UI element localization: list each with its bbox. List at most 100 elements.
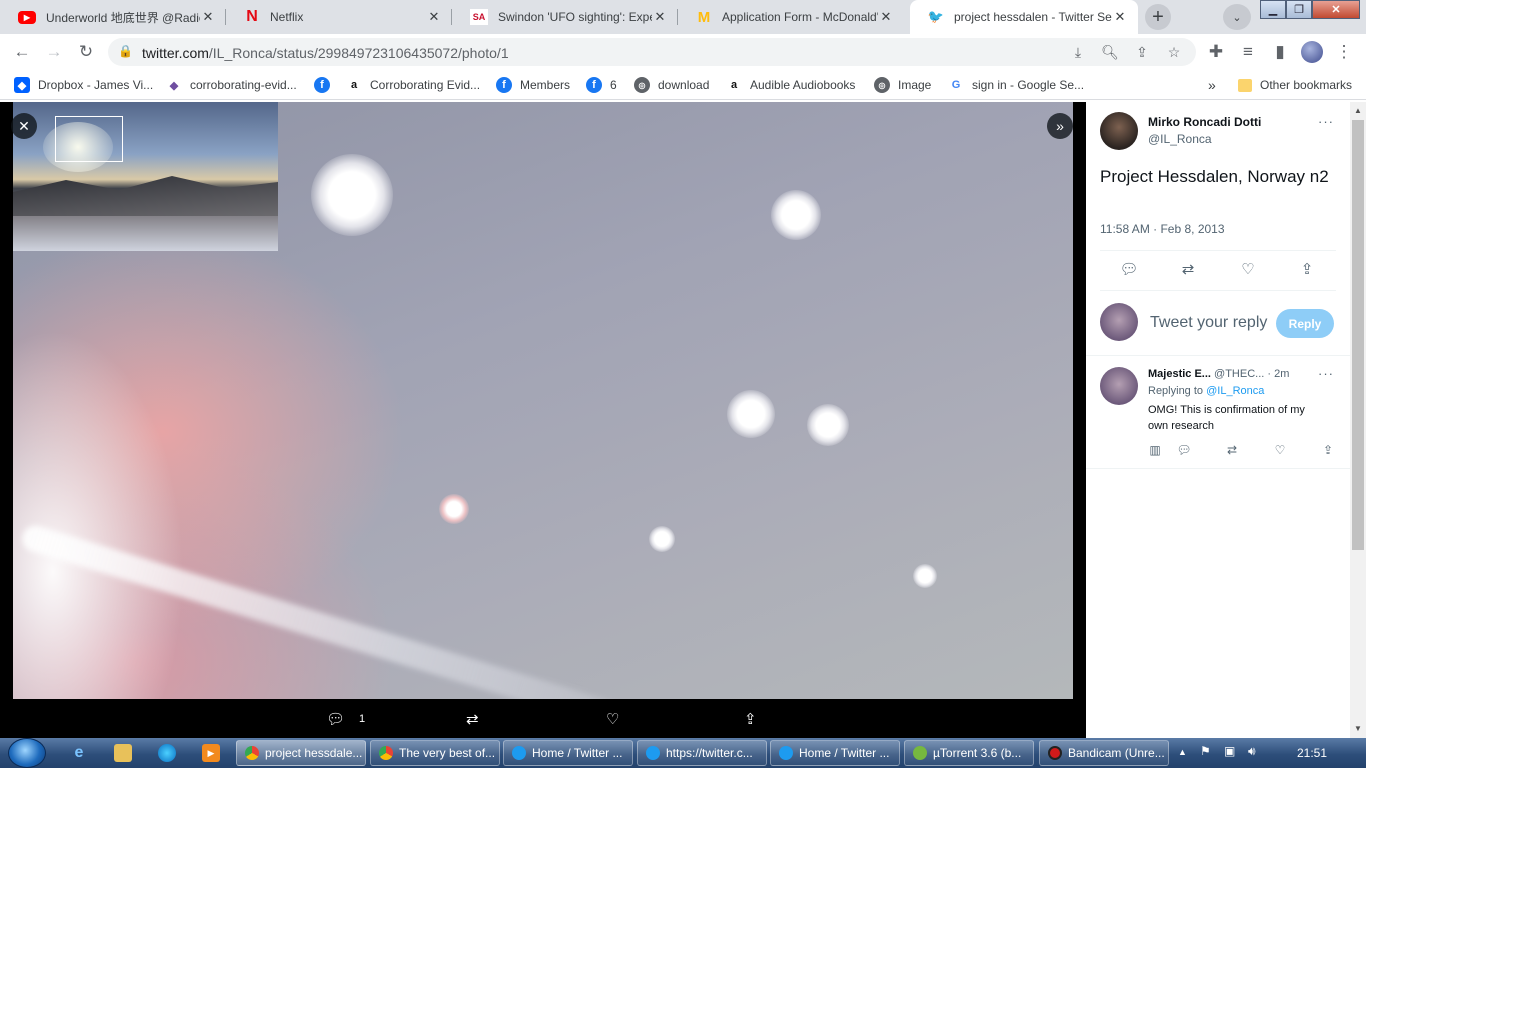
bookmark-download[interactable]: ◎ download xyxy=(634,76,709,94)
bookmark-corroborating[interactable]: ◆ corroborating-evid... xyxy=(166,76,297,94)
minimize-button[interactable]: ▁ xyxy=(1260,0,1286,19)
tab-swindon[interactable]: SA Swindon 'UFO sighting': Expert ✕ xyxy=(452,0,678,34)
taskbar-item[interactable]: Home / Twitter ... xyxy=(770,740,900,766)
media-control-icon[interactable]: ≡ xyxy=(1236,40,1260,64)
taskbar-item[interactable]: project hessdale... xyxy=(236,740,366,766)
side-panel-icon[interactable]: ▮ xyxy=(1268,40,1292,64)
close-window-button[interactable]: ✕ xyxy=(1312,0,1360,19)
more-options-icon[interactable]: ··· xyxy=(1318,366,1334,381)
bookmark-facebook[interactable]: f xyxy=(314,76,338,94)
volume-icon[interactable]: 🔊︎ xyxy=(1248,744,1256,759)
reply-author-avatar[interactable] xyxy=(1100,367,1138,405)
profile-avatar[interactable] xyxy=(1301,41,1323,63)
device-icon[interactable]: ▣ xyxy=(1224,744,1235,758)
more-options-icon[interactable]: ··· xyxy=(1318,114,1334,129)
close-tab-icon[interactable]: ✕ xyxy=(200,9,216,25)
tab-search-button[interactable]: ⌄ xyxy=(1223,4,1251,30)
reply-age: · 2m xyxy=(1267,368,1290,380)
tab-mcdonalds[interactable]: M Application Form - McDonald's ✕ xyxy=(678,0,904,34)
tab-title: Swindon 'UFO sighting': Expert xyxy=(498,10,652,24)
share-icon[interactable]: ⇪ xyxy=(744,710,757,728)
scrollbar[interactable]: ▲ ▼ xyxy=(1350,102,1366,738)
close-tab-icon[interactable]: ✕ xyxy=(652,9,668,25)
taskbar-item[interactable]: Bandicam (Unre... xyxy=(1039,740,1169,766)
reply-button[interactable]: Reply xyxy=(1276,309,1334,338)
bookmark-audible[interactable]: a Audible Audiobooks xyxy=(726,76,855,94)
reply-input[interactable]: Tweet your reply xyxy=(1150,314,1267,332)
reply-icon[interactable]: 💬︎ xyxy=(1119,259,1139,279)
photo-action-bar: 💬︎ 1 ⇄ ♡ ⇪ xyxy=(0,702,1086,738)
author-avatar[interactable] xyxy=(1100,112,1138,150)
share-icon[interactable]: ⇪ xyxy=(1320,442,1336,458)
user-avatar xyxy=(1100,303,1138,341)
like-icon[interactable]: ♡ xyxy=(606,710,619,728)
reply-action[interactable]: 💬︎ 1 xyxy=(326,710,365,728)
other-bookmarks[interactable]: Other bookmarks xyxy=(1238,76,1352,94)
bookmark-dropbox[interactable]: ◆ Dropbox - James Vi... xyxy=(14,76,153,94)
close-tab-icon[interactable]: ✕ xyxy=(1112,9,1128,25)
install-app-icon[interactable]: ⤓ xyxy=(1068,42,1088,62)
expand-panel-icon[interactable]: » xyxy=(1047,113,1073,139)
tray-expand-icon[interactable]: ▲ xyxy=(1178,747,1187,757)
bookmark-members[interactable]: f Members xyxy=(496,76,570,94)
retweet-icon[interactable]: ⇄ xyxy=(466,710,479,728)
replying-to-link[interactable]: @IL_Ronca xyxy=(1206,385,1264,397)
highlight-box xyxy=(55,116,123,162)
system-clock[interactable]: 21:51 xyxy=(1297,746,1327,760)
bookmark-google-signin[interactable]: Gsign in - Google Se... xyxy=(948,76,1084,94)
share-icon[interactable]: ⇪ xyxy=(1297,259,1317,279)
tab-youtube[interactable]: ▶ Underworld 地底世界 @Radio ✕ xyxy=(0,0,226,34)
tab-twitter-active[interactable]: 🐦 project hessdalen - Twitter Sea ✕ xyxy=(910,0,1138,34)
photo-viewer: ✕ » 💬︎ 1 ⇄ ♡ ⇪ xyxy=(0,102,1086,738)
author-name[interactable]: Mirko Roncadi Dotti xyxy=(1148,115,1261,129)
bookmark-image[interactable]: ◎ Image xyxy=(874,76,931,94)
scroll-down-icon[interactable]: ▼ xyxy=(1350,724,1366,733)
share-icon[interactable]: ⇪ xyxy=(1132,42,1152,62)
author-handle[interactable]: @IL_Ronca xyxy=(1148,132,1212,146)
amazon-icon: a xyxy=(350,79,358,91)
taskbar-item[interactable]: Home / Twitter ... xyxy=(503,740,633,766)
utorrent-icon xyxy=(913,746,927,760)
twitter-icon: 🐦 xyxy=(927,9,945,24)
tab-netflix[interactable]: N Netflix ✕ xyxy=(226,0,452,34)
retweet-icon[interactable]: ⇄ xyxy=(1224,442,1240,458)
new-tab-button[interactable]: + xyxy=(1145,4,1171,30)
scrollbar-thumb[interactable] xyxy=(1352,120,1364,550)
like-icon[interactable]: ♡ xyxy=(1272,442,1288,458)
retweet-icon[interactable]: ⇄ xyxy=(1178,259,1198,279)
extensions-icon[interactable]: ✚ xyxy=(1204,40,1228,64)
close-tab-icon[interactable]: ✕ xyxy=(426,9,442,25)
netflix-icon: N xyxy=(246,8,258,25)
back-arrow-icon[interactable]: ← xyxy=(10,40,34,64)
bookmark-star-icon[interactable]: ☆ xyxy=(1164,42,1184,62)
media-player-icon[interactable]: ▶ xyxy=(202,744,220,762)
bookmark-6[interactable]: f6 xyxy=(586,76,617,94)
reply-author-handle[interactable]: @THEC... xyxy=(1214,368,1264,380)
edge-icon[interactable] xyxy=(158,744,176,762)
forward-arrow-icon[interactable]: → xyxy=(42,40,66,64)
bookmark-corroborating-evidence[interactable]: a Corroborating Evid... xyxy=(346,76,480,94)
reload-icon[interactable]: ↻ xyxy=(74,40,98,64)
reply-text: OMG! This is confirmation of my own rese… xyxy=(1148,404,1305,432)
taskbar-item[interactable]: https://twitter.c... xyxy=(637,740,767,766)
start-button[interactable] xyxy=(8,738,46,768)
close-viewer-icon[interactable]: ✕ xyxy=(11,113,37,139)
reply-author-name[interactable]: Majestic E... xyxy=(1148,368,1211,380)
action-center-flag-icon[interactable]: ⚑ xyxy=(1200,744,1211,758)
reply-icon[interactable]: 💬︎ xyxy=(1176,442,1192,458)
zoom-icon[interactable]: 🔍︎ xyxy=(1100,42,1120,62)
like-icon[interactable]: ♡ xyxy=(1238,259,1258,279)
tab-title: Underworld 地底世界 @Radio xyxy=(46,10,200,25)
taskbar-item[interactable]: The very best of... xyxy=(370,740,500,766)
internet-explorer-icon[interactable]: e xyxy=(70,744,88,762)
menu-kebab-icon[interactable]: ⋮ xyxy=(1332,40,1356,64)
address-bar[interactable]: 🔒 twitter.com/IL_Ronca/status/2998497231… xyxy=(108,38,1196,66)
explorer-folder-icon[interactable] xyxy=(114,744,132,762)
taskbar-item[interactable]: µTorrent 3.6 (b... xyxy=(904,740,1034,766)
bookmarks-overflow-icon[interactable]: » xyxy=(1208,76,1216,94)
restore-button[interactable]: ❐ xyxy=(1286,0,1312,19)
close-tab-icon[interactable]: ✕ xyxy=(878,9,894,25)
analytics-icon[interactable]: ▥ xyxy=(1147,442,1163,458)
scroll-up-icon[interactable]: ▲ xyxy=(1350,106,1366,115)
tweet-timestamp[interactable]: 11:58 AM · Feb 8, 2013 xyxy=(1100,222,1225,236)
